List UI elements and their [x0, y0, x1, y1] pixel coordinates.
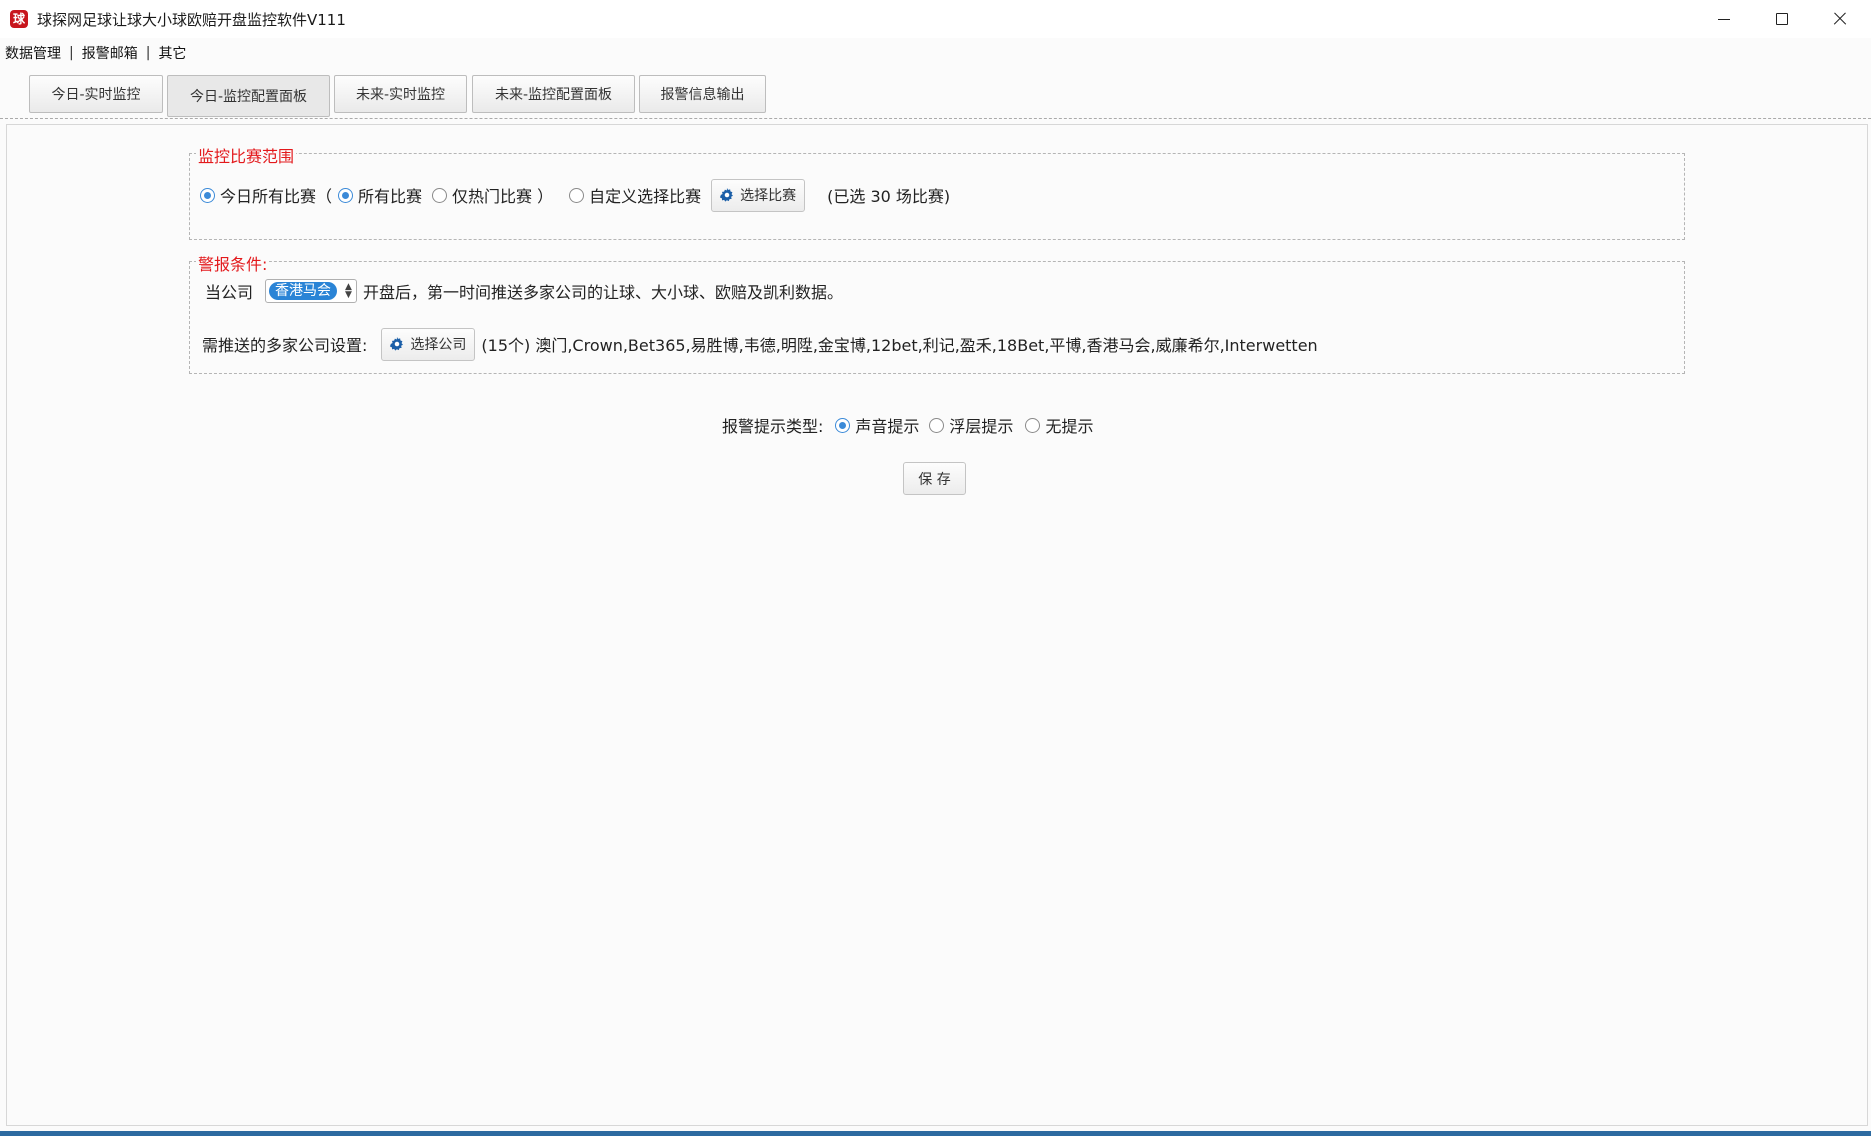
tab-future-realtime[interactable]: 未来-实时监控	[334, 75, 467, 113]
selected-count-text: (已选 30 场比赛)	[827, 187, 951, 206]
tab-today-config[interactable]: 今日-监控配置面板	[167, 75, 330, 117]
menu-bar: 数据管理 | 报警邮箱 | 其它	[0, 40, 186, 66]
select-matches-button[interactable]: 选择比赛	[711, 178, 806, 212]
custom-label[interactable]: 自定义选择比赛	[589, 183, 701, 207]
notify-row: 报警提示类型: 声音提示 浮层提示 无提示	[722, 412, 1093, 438]
scope-group: 监控比赛范围 今日所有比赛（ 所有比赛 仅热门比赛 ） 自定义选择比赛 选择比赛…	[189, 143, 1685, 240]
config-panel: 监控比赛范围 今日所有比赛（ 所有比赛 仅热门比赛 ） 自定义选择比赛 选择比赛…	[6, 124, 1868, 1126]
notify-popup-label[interactable]: 浮层提示	[949, 413, 1013, 437]
company-prefix: 当公司	[205, 283, 254, 302]
maximize-button[interactable]	[1752, 0, 1810, 38]
window-title: 球探网足球让球大小球欧赔开盘监控软件V111	[37, 11, 346, 29]
select-arrows-icon: ▲ ▼	[345, 282, 352, 300]
menu-separator: |	[69, 45, 74, 61]
gear-icon	[720, 188, 734, 202]
app-logo-icon: 球	[10, 10, 28, 28]
notify-sound-label[interactable]: 声音提示	[855, 413, 919, 437]
menu-alarm-email[interactable]: 报警邮箱	[82, 43, 138, 63]
title-bar: 球 球探网足球让球大小球欧赔开盘监控软件V111	[0, 0, 1871, 38]
menu-other[interactable]: 其它	[158, 43, 186, 63]
notify-none-radio[interactable]	[1025, 417, 1041, 433]
today-all-radio[interactable]	[200, 187, 215, 203]
tab-strip: 今日-实时监控 今日-监控配置面板 未来-实时监控 未来-监控配置面板 报警信息…	[0, 68, 1871, 119]
tab-alarm-output[interactable]: 报警信息输出	[639, 75, 766, 113]
bottom-border	[0, 1131, 1871, 1136]
gear-icon	[390, 337, 404, 351]
alarm-legend: 警报条件:	[196, 251, 270, 275]
all-matches-label[interactable]: 所有比赛	[358, 183, 422, 207]
tab-future-config[interactable]: 未来-监控配置面板	[472, 75, 635, 113]
scope-row: 今日所有比赛（ 所有比赛 仅热门比赛 ） 自定义选择比赛 选择比赛 (已选 30…	[200, 177, 950, 213]
push-label: 需推送的多家公司设置:	[202, 336, 368, 355]
menu-data-management[interactable]: 数据管理	[0, 43, 61, 63]
company-suffix: 开盘后，第一时间推送多家公司的让球、大小球、欧赔及凯利数据。	[362, 283, 843, 302]
menu-separator: |	[145, 45, 151, 61]
tab-today-realtime[interactable]: 今日-实时监控	[29, 75, 163, 113]
notify-none-label[interactable]: 无提示	[1045, 413, 1093, 437]
custom-radio[interactable]	[569, 187, 585, 203]
company-select[interactable]: 香港马会 ▲ ▼	[265, 279, 357, 303]
scope-legend: 监控比赛范围	[196, 143, 297, 167]
hot-only-radio[interactable]	[432, 187, 448, 203]
push-companies-row: 需推送的多家公司设置: 选择公司 (15个) 澳门,Crown,Bet365,易…	[202, 326, 1318, 362]
select-company-label: 选择公司	[410, 337, 467, 353]
select-matches-label: 选择比赛	[740, 188, 797, 204]
close-button[interactable]	[1810, 0, 1868, 38]
notify-popup-radio[interactable]	[929, 417, 945, 433]
alarm-company-row: 当公司 香港马会 ▲ ▼ 开盘后，第一时间推送多家公司的让球、大小球、欧赔及凯利数…	[205, 278, 843, 304]
select-company-button[interactable]: 选择公司	[381, 327, 476, 361]
save-button[interactable]: 保 存	[903, 462, 966, 495]
minimize-button[interactable]	[1694, 0, 1752, 38]
notify-label: 报警提示类型:	[722, 417, 824, 436]
hot-only-label[interactable]: 仅热门比赛 ）	[452, 183, 553, 207]
alarm-group: 警报条件: 当公司 香港马会 ▲ ▼ 开盘后，第一时间推送多家公司的让球、大小球、…	[189, 251, 1685, 374]
companies-list-text: (15个) 澳门,Crown,Bet365,易胜博,韦德,明陞,金宝博,12be…	[481, 336, 1318, 355]
notify-sound-radio[interactable]	[835, 417, 851, 433]
all-matches-radio[interactable]	[338, 187, 354, 203]
company-select-value: 香港马会	[269, 282, 338, 300]
today-all-label[interactable]: 今日所有比赛（	[220, 183, 332, 207]
